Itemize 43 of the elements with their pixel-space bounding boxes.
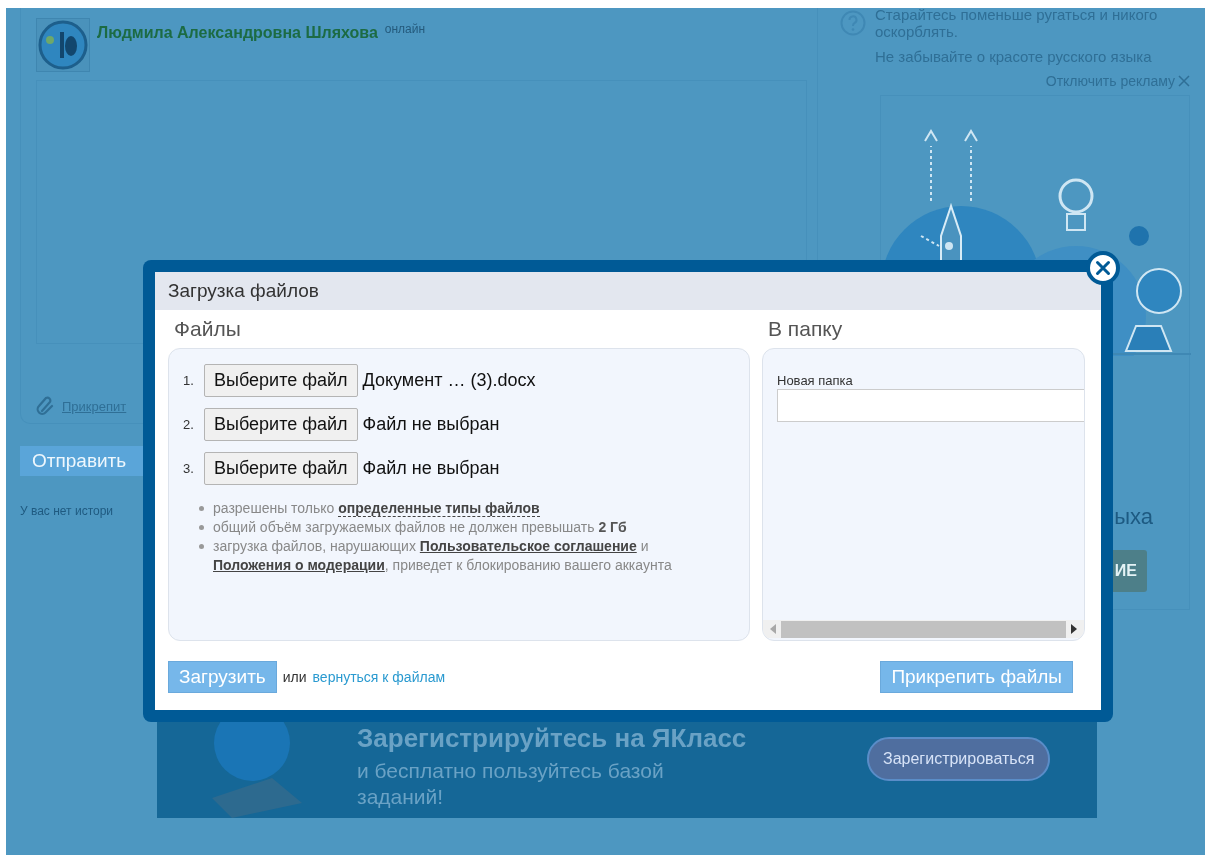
rules-link[interactable]: Положения о модерации xyxy=(213,557,385,573)
user-name[interactable]: Людмила Александровна Шляхова xyxy=(97,24,378,42)
close-button[interactable] xyxy=(1086,251,1120,285)
back-to-files-link[interactable]: вернуться к файлам xyxy=(312,669,446,685)
banner-heading: Зарегистрируйтесь на ЯКласс xyxy=(357,722,748,754)
note-text: разрешены только xyxy=(213,500,336,516)
folder-label: Новая папка xyxy=(777,373,854,388)
file-name: Файл не выбран xyxy=(362,414,500,435)
banner-subtext: и бесплатно пользуйтесь базой заданий! xyxy=(357,757,665,810)
register-button[interactable]: Зарегистрироваться xyxy=(867,737,1051,781)
online-status: онлайн xyxy=(384,22,426,36)
scroll-right-icon[interactable] xyxy=(1070,624,1078,634)
choose-file-button[interactable]: Выберите файл xyxy=(204,364,358,397)
history-note: У вас нет истори xyxy=(20,504,114,518)
rules-link[interactable]: Пользовательское соглашение xyxy=(419,538,637,554)
file-types-link[interactable]: определенные типы файлов xyxy=(338,500,540,517)
paperclip-icon xyxy=(36,396,56,416)
choose-file-button[interactable]: Выберите файл xyxy=(204,452,358,485)
row-number: 3. xyxy=(183,461,195,476)
choose-file-button[interactable]: Выберите файл xyxy=(204,408,358,441)
file-name: Документ … (3).docx xyxy=(362,370,536,391)
note-text: и xyxy=(639,538,649,554)
size-limit: 2 Гб xyxy=(598,519,627,535)
ad-heading: ыха xyxy=(1114,504,1154,530)
row-number: 2. xyxy=(183,417,195,432)
avatar-logo-icon xyxy=(36,18,90,72)
bullet-icon xyxy=(199,506,204,511)
file-name: Файл не выбран xyxy=(362,458,500,479)
attach-files-button[interactable]: Прикрепить файлы xyxy=(880,661,1073,693)
section-heading: В папку xyxy=(767,316,844,342)
note-text: загрузка файлов, нарушающих xyxy=(213,538,417,554)
or-text: или xyxy=(282,669,307,685)
note-text: , приведет к блокированию вашего аккаунта xyxy=(384,557,672,573)
upload-button[interactable]: Загрузить xyxy=(168,661,277,693)
close-icon[interactable] xyxy=(1178,75,1190,87)
bullet-icon xyxy=(199,525,204,530)
note-text: общий объём загружаемых файлов не должен превышать xyxy=(213,519,596,535)
section-heading: Файлы xyxy=(173,316,242,342)
folder-name-field[interactable] xyxy=(777,389,1084,422)
dialog-title: Загрузка файлов xyxy=(168,280,319,302)
bullet-icon xyxy=(199,544,204,549)
row-number: 1. xyxy=(183,373,195,388)
scroll-left-icon[interactable] xyxy=(769,624,777,634)
